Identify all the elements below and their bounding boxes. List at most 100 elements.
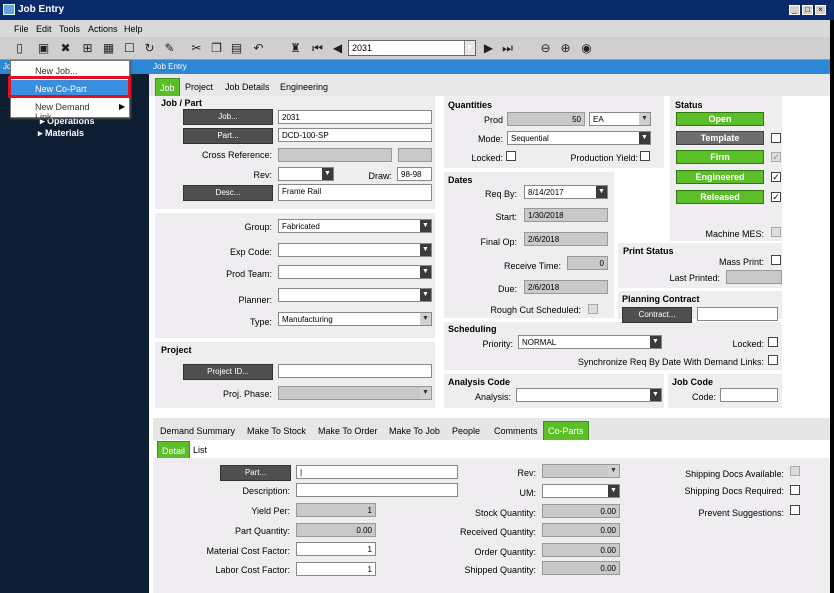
chevron-down-icon[interactable]: ▼	[420, 244, 431, 256]
menu-tools[interactable]: Tools	[59, 24, 80, 34]
menu-actions[interactable]: Actions	[88, 24, 118, 34]
code-field[interactable]	[720, 388, 778, 402]
material-cost-factor-field[interactable]: 1	[296, 542, 376, 556]
copart-part-button[interactable]: Part...	[220, 465, 291, 481]
uom-select[interactable]: EA ▼	[589, 112, 651, 126]
contract-field[interactable]	[697, 307, 778, 321]
tab-people[interactable]: People	[452, 426, 480, 436]
um-select[interactable]: ▼	[542, 484, 620, 498]
description-field[interactable]: Frame Rail	[278, 184, 432, 201]
next-record-icon[interactable]: ▶	[481, 41, 496, 56]
chevron-down-icon[interactable]: ▼	[322, 168, 333, 180]
chevron-down-icon[interactable]: ▼	[464, 41, 475, 55]
status-engineered-button[interactable]: Engineered	[676, 170, 764, 184]
menu-item-new-demand-link[interactable]: New Demand Link	[11, 98, 129, 122]
tab-engineering[interactable]: Engineering	[280, 82, 328, 92]
group-select[interactable]: Fabricated ▼	[278, 219, 432, 233]
close-button[interactable]: ×	[815, 5, 826, 15]
maximize-button[interactable]: □	[802, 5, 813, 15]
note-icon[interactable]: ☐	[122, 41, 137, 56]
part-button[interactable]: Part...	[183, 128, 273, 144]
chevron-down-icon[interactable]: ▼	[639, 132, 650, 144]
back-icon[interactable]: ⊖	[538, 41, 553, 56]
labor-cost-factor-field[interactable]: 1	[296, 562, 376, 576]
draw-field[interactable]: 98-98	[397, 167, 432, 181]
grid-icon[interactable]: ▦	[101, 41, 116, 56]
cut-icon[interactable]: ✂	[189, 41, 204, 56]
menu-file[interactable]: File	[14, 24, 29, 34]
chevron-down-icon[interactable]: ▼	[420, 289, 431, 301]
chevron-down-icon[interactable]: ▼	[420, 266, 431, 278]
contract-button[interactable]: Contract...	[622, 307, 692, 323]
copy-icon[interactable]: ❐	[209, 41, 224, 56]
req-by-field[interactable]: 8/14/2017 ▼	[524, 185, 608, 199]
tab-job[interactable]: Job	[155, 78, 180, 98]
copart-description-field[interactable]	[296, 483, 458, 497]
tab-make-to-order[interactable]: Make To Order	[318, 426, 377, 436]
chevron-down-icon[interactable]: ▼	[650, 336, 661, 348]
chevron-down-icon[interactable]: ▼	[596, 186, 607, 198]
previous-record-icon[interactable]: ◀	[330, 41, 345, 56]
chevron-down-icon[interactable]: ▼	[608, 465, 619, 477]
job-field[interactable]: 2031	[278, 110, 432, 124]
tab-demand-summary[interactable]: Demand Summary	[160, 426, 235, 436]
prevent-suggestions-checkbox[interactable]	[790, 505, 800, 515]
tab-project[interactable]: Project	[185, 82, 213, 92]
sync-req-by-checkbox[interactable]	[768, 355, 778, 365]
desc-button[interactable]: Desc...	[183, 185, 273, 201]
forward-icon[interactable]: ⊕	[558, 41, 573, 56]
status-firm-button[interactable]: Firm	[676, 150, 764, 164]
mass-print-checkbox[interactable]	[771, 255, 781, 265]
status-open-button[interactable]: Open	[676, 112, 764, 126]
chevron-down-icon[interactable]: ▼	[420, 387, 431, 399]
job-navigation-combo[interactable]: 2031 ▼	[348, 40, 476, 56]
undo-icon[interactable]: ↶	[251, 41, 266, 56]
chevron-down-icon[interactable]: ▼	[420, 313, 431, 325]
status-template-button[interactable]: Template	[676, 131, 764, 145]
type-select[interactable]: Manufacturing ▼	[278, 312, 432, 326]
chevron-down-icon[interactable]: ▼	[650, 389, 661, 401]
binoculars-icon[interactable]: ♜	[288, 41, 303, 56]
chevron-down-icon[interactable]: ▼	[608, 485, 619, 497]
menu-edit[interactable]: Edit	[36, 24, 52, 34]
proj-phase-select[interactable]: ▼	[278, 386, 432, 400]
locked-checkbox[interactable]	[506, 151, 516, 161]
delete-icon[interactable]: ✖	[58, 41, 73, 56]
chevron-down-icon[interactable]: ▼	[420, 220, 431, 232]
engineered-checkbox[interactable]: ✓	[771, 172, 781, 182]
tab-co-parts[interactable]: Co-Parts	[543, 421, 589, 441]
tab-make-to-job[interactable]: Make To Job	[389, 426, 440, 436]
chevron-down-icon[interactable]: ▼	[639, 113, 650, 125]
paste-icon[interactable]: ▤	[229, 41, 244, 56]
exp-code-select[interactable]: ▼	[278, 243, 432, 257]
mode-select[interactable]: Sequential ▼	[507, 131, 651, 145]
tab-job-details[interactable]: Job Details	[225, 82, 270, 92]
first-record-icon[interactable]: ⏮	[310, 41, 325, 56]
status-released-button[interactable]: Released	[676, 190, 764, 204]
copart-rev-select[interactable]: ▼	[542, 464, 620, 478]
copart-part-field[interactable]: |	[296, 465, 458, 479]
project-id-button[interactable]: Project ID...	[183, 364, 273, 380]
clear-icon[interactable]: ✎	[162, 41, 177, 56]
priority-select[interactable]: NORMAL ▼	[518, 335, 662, 349]
analysis-select[interactable]: ▼	[516, 388, 662, 402]
shipping-docs-required-checkbox[interactable]	[790, 485, 800, 495]
tab-make-to-stock[interactable]: Make To Stock	[247, 426, 306, 436]
open-book-icon[interactable]: ⊞	[80, 41, 95, 56]
tree-item-materials[interactable]: ▸ Materials	[38, 128, 84, 139]
project-id-field[interactable]	[278, 364, 432, 378]
save-icon[interactable]: ▣	[36, 41, 51, 56]
new-icon[interactable]: ▯	[12, 41, 27, 56]
planner-select[interactable]: ▼	[278, 288, 432, 302]
tab-comments[interactable]: Comments	[494, 426, 538, 436]
production-yield-checkbox[interactable]	[640, 151, 650, 161]
home-icon[interactable]: ◉	[579, 41, 594, 56]
template-checkbox[interactable]	[771, 133, 781, 143]
menu-help[interactable]: Help	[124, 24, 143, 34]
job-button[interactable]: Job...	[183, 109, 273, 125]
rev-select[interactable]: ▼	[278, 167, 334, 181]
released-checkbox[interactable]: ✓	[771, 192, 781, 202]
prod-team-select[interactable]: ▼	[278, 265, 432, 279]
part-field[interactable]: DCD-100-SP	[278, 128, 432, 142]
last-record-icon[interactable]: ⏭	[500, 41, 515, 56]
